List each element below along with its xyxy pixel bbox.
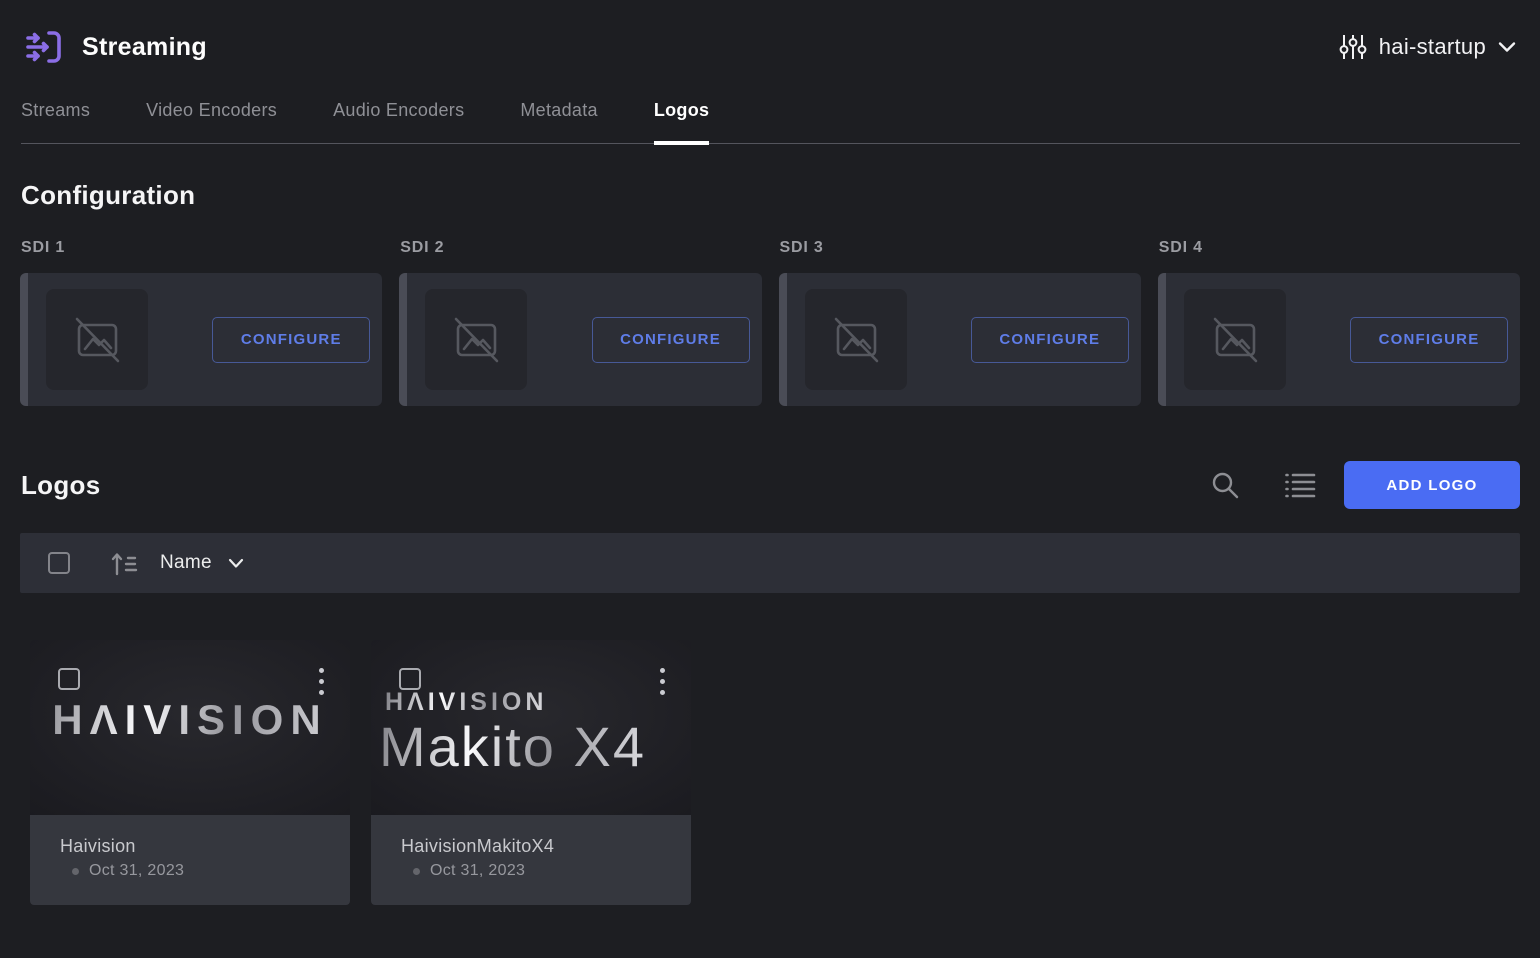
logo-thumbnail: HΛIVISION Makito X4 <box>371 640 691 815</box>
logo-checkbox[interactable] <box>399 668 421 690</box>
image-off-icon <box>1207 312 1263 368</box>
sdi-card: CONFIGURE <box>399 273 761 406</box>
sdi-slot-1: SDI 1 CONFIGURE <box>20 239 382 406</box>
streaming-icon <box>22 26 64 68</box>
sdi-label: SDI 4 <box>1158 239 1520 257</box>
bullet-icon <box>413 868 420 875</box>
header-left: Streaming <box>22 26 207 68</box>
logos-heading: Logos <box>21 470 101 501</box>
configure-button[interactable]: CONFIGURE <box>212 317 370 363</box>
sdi-card: CONFIGURE <box>779 273 1141 406</box>
page-title: Streaming <box>82 33 207 62</box>
logo-preview-placeholder <box>1184 289 1286 390</box>
logo-card-haivision-makito-x4[interactable]: HΛIVISION Makito X4 HaivisionMakitoX4 Oc… <box>371 640 691 905</box>
logo-preview-placeholder <box>425 289 527 390</box>
tab-logos[interactable]: Logos <box>654 100 710 143</box>
chevron-down-icon[interactable] <box>228 558 244 569</box>
sdi-card: CONFIGURE <box>20 273 382 406</box>
account-menu[interactable]: hai-startup <box>1339 33 1516 61</box>
sdi-slot-3: SDI 3 CONFIGURE <box>779 239 1141 406</box>
add-logo-button[interactable]: ADD LOGO <box>1344 461 1520 509</box>
image-off-icon <box>448 312 504 368</box>
configure-button[interactable]: CONFIGURE <box>592 317 750 363</box>
configure-button[interactable]: CONFIGURE <box>1350 317 1508 363</box>
logo-date: Oct 31, 2023 <box>430 862 525 880</box>
logo-preview-placeholder <box>46 289 148 390</box>
logo-artwork-product: Makito X4 <box>379 714 646 779</box>
logo-thumbnail: HΛIVISION <box>30 640 350 815</box>
select-all-checkbox[interactable] <box>48 552 70 574</box>
tab-bar: Streams Video Encoders Audio Encoders Me… <box>21 100 1520 144</box>
sort-ascending-icon <box>110 550 138 576</box>
logo-date: Oct 31, 2023 <box>89 862 184 880</box>
search-icon <box>1210 470 1240 500</box>
logo-card-footer: Haivision Oct 31, 2023 <box>30 815 350 905</box>
list-view-button[interactable] <box>1284 471 1316 499</box>
kebab-menu-icon[interactable] <box>315 664 328 699</box>
sdi-label: SDI 1 <box>20 239 382 257</box>
logo-checkbox[interactable] <box>58 668 80 690</box>
logos-controls: ADD LOGO <box>1210 461 1520 509</box>
sliders-icon <box>1339 33 1367 61</box>
logo-name: Haivision <box>60 836 350 857</box>
tab-audio-encoders[interactable]: Audio Encoders <box>333 100 464 143</box>
logo-artwork-text: HΛIVISION <box>30 696 350 744</box>
logo-card-haivision[interactable]: HΛIVISION Haivision Oct 31, 2023 <box>30 640 350 905</box>
tab-video-encoders[interactable]: Video Encoders <box>146 100 277 143</box>
sort-direction-button[interactable] <box>110 550 138 576</box>
app-header: Streaming hai-startup <box>0 0 1540 68</box>
sdi-grid: SDI 1 CONFIGURE SDI 2 <box>20 239 1520 406</box>
bullet-icon <box>72 868 79 875</box>
sdi-label: SDI 3 <box>779 239 1141 257</box>
image-off-icon <box>69 312 125 368</box>
logo-card-grid: HΛIVISION Haivision Oct 31, 2023 HΛIVISI… <box>30 640 1540 905</box>
tab-metadata[interactable]: Metadata <box>520 100 597 143</box>
logo-card-footer: HaivisionMakitoX4 Oct 31, 2023 <box>371 815 691 905</box>
sdi-card: CONFIGURE <box>1158 273 1520 406</box>
sort-field-dropdown[interactable]: Name <box>160 552 212 574</box>
sdi-slot-4: SDI 4 CONFIGURE <box>1158 239 1520 406</box>
kebab-menu-icon[interactable] <box>656 664 669 699</box>
configure-button[interactable]: CONFIGURE <box>971 317 1129 363</box>
logo-preview-placeholder <box>805 289 907 390</box>
logos-header: Logos ADD LOGO <box>21 461 1520 509</box>
logos-toolbar: Name <box>20 533 1520 593</box>
image-off-icon <box>828 312 884 368</box>
sdi-slot-2: SDI 2 CONFIGURE <box>399 239 761 406</box>
logo-date-row: Oct 31, 2023 <box>60 862 350 880</box>
sdi-label: SDI 2 <box>399 239 761 257</box>
search-button[interactable] <box>1210 470 1240 500</box>
logo-date-row: Oct 31, 2023 <box>401 862 691 880</box>
chevron-down-icon <box>1498 41 1516 53</box>
configuration-heading: Configuration <box>21 180 1520 211</box>
logo-artwork-brand: HΛIVISION <box>385 688 547 717</box>
logo-name: HaivisionMakitoX4 <box>401 836 691 857</box>
list-view-icon <box>1284 471 1316 499</box>
streaming-page: Streaming hai-startup Streams Video Enco… <box>0 0 1540 958</box>
tab-streams[interactable]: Streams <box>21 100 90 143</box>
account-name: hai-startup <box>1379 34 1486 60</box>
